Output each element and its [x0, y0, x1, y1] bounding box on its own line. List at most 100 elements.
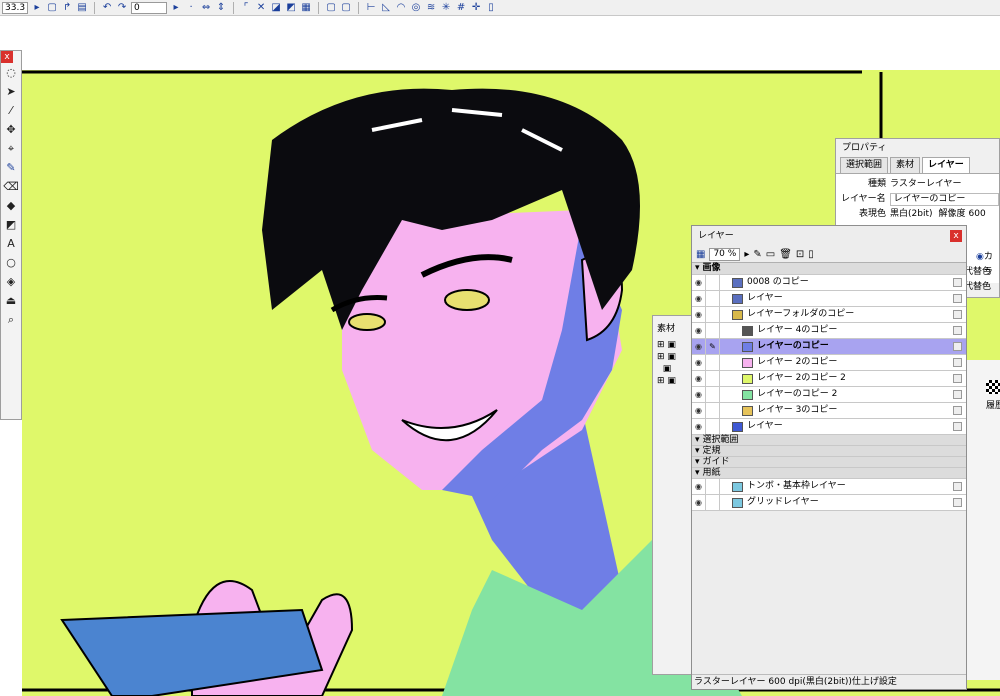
lock-toggle[interactable] — [706, 275, 720, 290]
lock-toggle[interactable]: ✎ — [706, 339, 720, 354]
visibility-eye-icon[interactable]: ◉ — [692, 355, 706, 370]
select-arrow-icon[interactable]: ➤ — [1, 82, 21, 101]
rotate-right-icon[interactable]: ↷ — [116, 2, 128, 14]
curve-ruler-icon[interactable]: ◠ — [395, 2, 407, 14]
page-icon[interactable]: ▯ — [808, 249, 814, 260]
layer-group-header[interactable]: ▾ 定規 — [692, 446, 966, 457]
radial-icon[interactable]: ✳ — [440, 2, 452, 14]
dropdown-arrow-icon[interactable]: ▸ — [31, 2, 43, 14]
collapse-arrow-icon[interactable]: ▾ — [695, 435, 700, 445]
layer-row[interactable]: ◉ トンボ・基本枠レイヤー — [692, 479, 966, 495]
shape-icon[interactable]: ○ — [1, 253, 21, 272]
page-settings-icon[interactable]: ▯ — [485, 2, 497, 14]
move-icon[interactable]: ✥ — [1, 120, 21, 139]
crop-icon[interactable]: ⌜ — [240, 2, 252, 14]
layer-icon[interactable]: ▢ — [340, 2, 352, 14]
close-icon[interactable]: x — [950, 230, 962, 242]
layer-group-header[interactable]: ▾ 選択範囲 — [692, 435, 966, 446]
rotate-icon[interactable]: ↱ — [61, 2, 73, 14]
new-layer-icon[interactable]: ✎ — [753, 249, 761, 260]
visibility-eye-icon[interactable]: ◉ — [692, 291, 706, 306]
layer-row[interactable]: ◉ グリッドレイヤー — [692, 495, 966, 511]
visibility-eye-icon[interactable]: ◉ — [692, 371, 706, 386]
collapse-arrow-icon[interactable]: ▾ — [695, 468, 700, 478]
lock-icon[interactable]: ⊡ — [796, 249, 804, 260]
fill-icon[interactable]: ◩ — [1, 215, 21, 234]
layer-row[interactable]: ◉ 0008 のコピー — [692, 275, 966, 291]
visibility-eye-icon[interactable]: ◉ — [692, 479, 706, 494]
parallel-line-icon[interactable]: ≋ — [425, 2, 437, 14]
collapse-arrow-icon[interactable]: ▾ — [695, 263, 700, 274]
collapse-arrow-icon[interactable]: ▾ — [695, 457, 700, 467]
lock-toggle[interactable] — [706, 355, 720, 370]
lock-toggle[interactable] — [706, 323, 720, 338]
new-folder-icon[interactable]: ▭ — [766, 249, 775, 260]
pen-icon[interactable]: ✎ — [1, 158, 21, 177]
visibility-eye-icon[interactable]: ◉ — [692, 323, 706, 338]
layer-option-icon[interactable] — [953, 358, 962, 367]
lock-toggle[interactable] — [706, 387, 720, 402]
lock-toggle[interactable] — [706, 403, 720, 418]
collapse-arrow-icon[interactable]: ▾ — [695, 446, 700, 456]
layer-row[interactable]: ◉ レイヤー — [692, 291, 966, 307]
layer-icon[interactable]: ▢ — [325, 2, 337, 14]
layer-option-icon[interactable] — [953, 482, 962, 491]
close-icon[interactable]: x — [1, 51, 13, 63]
page-icon[interactable]: ▤ — [76, 2, 88, 14]
layer-option-icon[interactable] — [953, 406, 962, 415]
name-field[interactable]: レイヤーのコピー — [889, 193, 999, 206]
rotate-left-icon[interactable]: ↶ — [101, 2, 113, 14]
concentric-icon[interactable]: ◎ — [410, 2, 422, 14]
ruler-icon[interactable]: ◩ — [285, 2, 297, 14]
layer-option-icon[interactable] — [953, 326, 962, 335]
lock-toggle[interactable] — [706, 307, 720, 322]
lasso-icon[interactable]: ◌ — [1, 63, 21, 82]
visibility-eye-icon[interactable]: ◉ — [692, 339, 706, 354]
visibility-eye-icon[interactable]: ◉ — [692, 387, 706, 402]
lock-toggle[interactable] — [706, 371, 720, 386]
tab-material[interactable]: 素材 — [890, 157, 921, 173]
dropdown-arrow-icon[interactable]: ▸ — [744, 249, 749, 260]
fit-icon[interactable]: ✕ — [255, 2, 267, 14]
flip-vertical-icon[interactable]: ⇕ — [215, 2, 227, 14]
zoom-field[interactable]: 33.3 — [2, 1, 29, 14]
triangle-ruler-icon[interactable]: ◺ — [380, 2, 392, 14]
lock-toggle[interactable] — [706, 479, 720, 494]
layer-option-icon[interactable] — [953, 374, 962, 383]
new-file-icon[interactable]: ▢ — [46, 2, 58, 14]
flip-horizontal-icon[interactable]: ⇔ — [200, 2, 212, 14]
lock-toggle[interactable] — [706, 291, 720, 306]
layer-option-icon[interactable] — [953, 278, 962, 287]
radio-button[interactable]: ◉ — [976, 250, 984, 265]
tab-layer[interactable]: レイヤー — [922, 157, 970, 173]
layer-option-icon[interactable] — [953, 390, 962, 399]
visibility-eye-icon[interactable]: ◉ — [692, 275, 706, 290]
layer-row[interactable]: ◉ レイヤーフォルダのコピー — [692, 307, 966, 323]
layer-option-icon[interactable] — [953, 422, 962, 431]
trash-icon[interactable]: 🗑 — [779, 249, 792, 260]
paint-bucket-icon[interactable]: ◈ — [1, 272, 21, 291]
layer-option-icon[interactable] — [953, 310, 962, 319]
angle-field[interactable]: 0 — [131, 1, 168, 14]
layer-row[interactable]: ◉ レイヤーのコピー 2 — [692, 387, 966, 403]
visibility-eye-icon[interactable]: ◉ — [692, 495, 706, 510]
eraser-icon[interactable]: ⌫ — [1, 177, 21, 196]
eyedropper-icon[interactable]: ⁄ — [1, 101, 21, 120]
layer-row[interactable]: ◉ レイヤー 2のコピー 2 — [692, 371, 966, 387]
snap-icon[interactable]: ◪ — [270, 2, 282, 14]
perspective-icon[interactable]: ⊢ — [365, 2, 377, 14]
layer-row[interactable]: ◉ ✎ レイヤーのコピー — [692, 339, 966, 355]
dot-icon[interactable]: · — [185, 2, 197, 14]
layer-list-icon[interactable]: ▦ — [696, 249, 705, 260]
text-icon[interactable]: A — [1, 234, 21, 253]
layer-option-icon[interactable] — [953, 294, 962, 303]
dropdown-arrow-icon[interactable]: ▸ — [170, 2, 182, 14]
visibility-eye-icon[interactable]: ◉ — [692, 307, 706, 322]
layer-group-header[interactable]: ▾ 画像 — [692, 263, 966, 275]
layer-row[interactable]: ◉ レイヤー — [692, 419, 966, 435]
grid-ruler-icon[interactable]: # — [455, 2, 467, 14]
grid-icon[interactable]: ▦ — [300, 2, 312, 14]
lock-toggle[interactable] — [706, 495, 720, 510]
visibility-eye-icon[interactable]: ◉ — [692, 403, 706, 418]
visibility-eye-icon[interactable]: ◉ — [692, 419, 706, 434]
